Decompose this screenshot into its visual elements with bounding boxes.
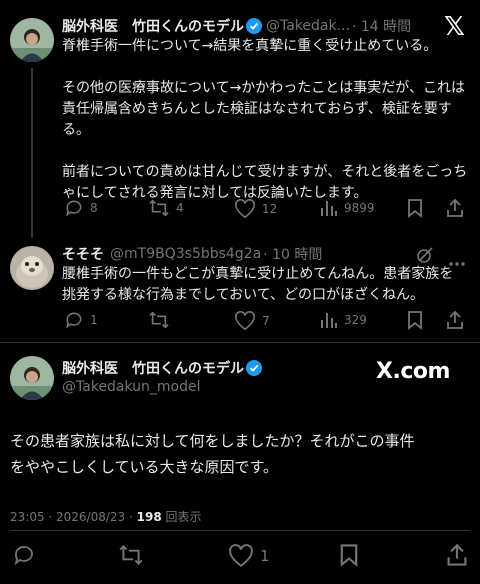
views-icon — [321, 201, 337, 216]
tweet-header: 脳外科医 竹田くんのモデル — [62, 358, 262, 378]
tweet-time[interactable]: · 10 時間 — [263, 244, 322, 264]
avatar[interactable] — [10, 246, 54, 290]
author-name[interactable]: 脳外科医 竹田くんのモデル — [62, 358, 244, 378]
like-count: 1 — [260, 547, 270, 565]
tweet-text: 脊椎手術一件について→結果を真摯に重く受け止めている。 その他の医療事故について… — [62, 38, 468, 201]
bookmark-button[interactable] — [406, 198, 424, 218]
share-icon — [447, 198, 463, 217]
repost-button[interactable]: 4 — [148, 198, 184, 218]
bookmark-button[interactable] — [406, 310, 424, 330]
author-handle[interactable]: @Takedak... — [266, 18, 350, 34]
share-button[interactable] — [446, 310, 464, 330]
verified-badge-icon — [246, 360, 262, 376]
avatar[interactable] — [10, 356, 54, 400]
repost-button[interactable] — [148, 310, 176, 330]
author-handle[interactable]: @mT9BQ3s5bbs4g2a — [110, 246, 261, 262]
like-count: 12 — [262, 202, 278, 216]
share-icon — [447, 543, 467, 566]
views-count: 329 — [344, 313, 367, 327]
thread-line — [31, 68, 33, 238]
tweet-time[interactable]: · 14 時間 — [352, 16, 411, 36]
heart-icon — [229, 544, 253, 567]
views-button[interactable]: 329 — [320, 311, 367, 329]
divider — [0, 342, 480, 343]
like-button[interactable]: 1 — [228, 544, 270, 568]
xcom-watermark: X.com — [376, 359, 450, 384]
share-icon — [447, 310, 463, 329]
reply-button[interactable]: 1 — [64, 310, 98, 330]
reply-count: 8 — [90, 201, 98, 215]
reply-icon — [66, 312, 82, 329]
bookmark-icon — [340, 544, 358, 567]
repost-button[interactable] — [118, 543, 144, 567]
heart-icon — [235, 311, 255, 331]
views-count: 9899 — [344, 201, 375, 215]
share-button[interactable] — [446, 198, 464, 218]
repost-count: 4 — [176, 201, 184, 215]
bookmark-button[interactable] — [338, 543, 360, 567]
timestamp: 23:05 · 2026/08/23 · — [10, 510, 133, 524]
reply-icon — [14, 546, 33, 566]
views-icon — [321, 313, 337, 328]
reply-icon — [66, 200, 82, 217]
divider — [10, 530, 470, 531]
verified-badge-icon — [246, 18, 262, 34]
reply-count: 1 — [90, 313, 98, 327]
repost-icon — [119, 544, 143, 566]
bookmark-icon — [408, 199, 422, 218]
views-button[interactable]: 9899 — [320, 199, 375, 217]
bookmark-icon — [408, 311, 422, 330]
author-handle[interactable]: @Takedakun_model — [62, 379, 201, 395]
reply-button[interactable]: 8 — [64, 198, 98, 218]
author-name[interactable]: そそそ — [62, 244, 104, 264]
like-button[interactable]: 7 — [234, 311, 270, 331]
avatar[interactable] — [10, 18, 54, 62]
tweet-header: 脳外科医 竹田くんのモデル @Takedak... · 14 時間 — [62, 16, 411, 36]
tweet-header: そそそ @mT9BQ3s5bbs4g2a · 10 時間 — [62, 244, 322, 264]
view-count: 198 — [136, 510, 162, 524]
tweet-text: その患者家族は私に対して何をしましたか？それがこの事件 をややこしくしている大き… — [10, 432, 415, 476]
like-button[interactable]: 12 — [234, 199, 277, 219]
view-label: 回表示 — [165, 510, 202, 524]
heart-icon — [235, 199, 255, 219]
like-count: 7 — [262, 314, 270, 328]
share-button[interactable] — [446, 543, 468, 567]
tweet-meta: 23:05 · 2026/08/23 · 198 回表示 — [10, 508, 202, 525]
reply-button[interactable] — [12, 543, 36, 567]
tweet-text: 腰椎手術の一件もどこが真摯に受け止めてんねん。患者家族を 挑発する様な行為までし… — [62, 266, 454, 303]
repost-icon — [149, 311, 169, 329]
repost-icon — [149, 199, 169, 217]
author-name[interactable]: 脳外科医 竹田くんのモデル — [62, 16, 244, 36]
